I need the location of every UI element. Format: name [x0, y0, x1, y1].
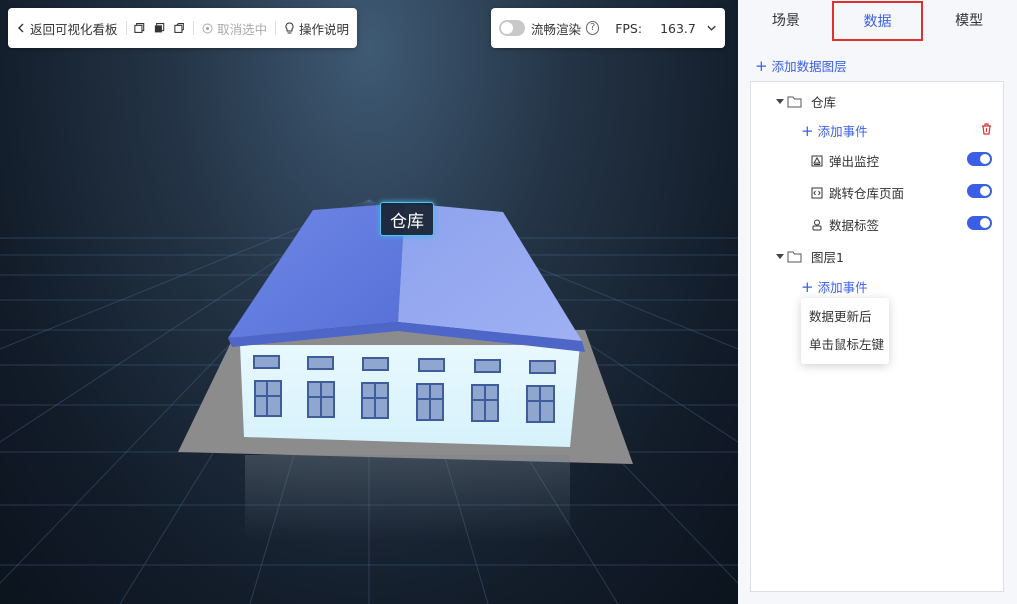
building-roof-left [228, 203, 405, 338]
question-icon[interactable]: ? [586, 21, 600, 35]
event-toggle[interactable] [967, 184, 992, 198]
add-event-label: 添加事件 [817, 124, 868, 139]
event-label: 弹出监控 [829, 154, 880, 169]
scene-viewport[interactable]: 仓库 返回可视化看板 取消选中 操作说明 流畅渲染 ? FPS: 163.7 [0, 0, 738, 604]
event-label: 跳转仓库页面 [829, 186, 905, 201]
layer-tree: 仓库 + 添加事件 弹出监控 跳转仓库页面 数据标签 图层1 + 添加事件 数据… [750, 81, 1004, 592]
add-event-button[interactable]: + 添加事件 [801, 121, 868, 140]
plus-icon: + [801, 121, 814, 140]
render-settings-bar: 流畅渲染 ? FPS: 163.7 [491, 8, 725, 48]
monitor-icon [811, 155, 823, 166]
help-button[interactable]: 操作说明 [284, 19, 349, 38]
event-toggle[interactable] [967, 216, 992, 230]
chevron-down-icon[interactable] [706, 22, 717, 34]
layer-name: 仓库 [811, 95, 837, 110]
view-solid-icon[interactable] [154, 22, 165, 34]
smooth-render-toggle[interactable] [499, 20, 526, 36]
divider [275, 21, 276, 35]
layer-item-warehouse[interactable]: 仓库 [776, 92, 836, 111]
event-toggle[interactable] [967, 152, 992, 166]
building-reflection [245, 455, 570, 540]
event-label: 数据标签 [829, 218, 880, 233]
folder-icon [787, 251, 802, 262]
code-icon [811, 187, 823, 198]
menu-item-data-updated[interactable]: 数据更新后 [801, 303, 889, 331]
scene-canvas[interactable] [0, 0, 738, 604]
add-data-layer-button[interactable]: + 添加数据图层 [755, 56, 1017, 75]
add-event-link[interactable]: + 添加事件 [801, 277, 868, 296]
building-label[interactable]: 仓库 [380, 202, 434, 236]
event-item[interactable]: 弹出监控 [811, 151, 879, 170]
lightbulb-icon [285, 22, 294, 34]
back-to-dashboard-button[interactable]: 返回可视化看板 [16, 19, 118, 38]
add-data-layer-label: 添加数据图层 [771, 59, 847, 74]
scene-toolbar: 返回可视化看板 取消选中 操作说明 [8, 8, 357, 48]
tag-icon [812, 219, 822, 230]
divider [193, 21, 195, 35]
target-icon [202, 23, 213, 33]
event-type-menu: 数据更新后 单击鼠标左键 [801, 298, 889, 364]
event-item[interactable]: 跳转仓库页面 [811, 183, 904, 202]
cancel-selection-button[interactable]: 取消选中 [202, 19, 267, 38]
tab-model[interactable]: 模型 [923, 0, 1015, 40]
caret-down-icon[interactable] [776, 254, 784, 259]
view-front-icon[interactable] [134, 22, 145, 34]
cancel-selection-label: 取消选中 [217, 21, 268, 37]
plus-icon: + [755, 56, 768, 75]
plus-icon: + [801, 277, 814, 296]
add-event-label: 添加事件 [817, 280, 868, 295]
layer-item-layer1[interactable]: 图层1 [776, 247, 844, 266]
view-side-icon[interactable] [173, 22, 185, 34]
folder-icon [787, 96, 802, 107]
tab-data[interactable]: 数据 [831, 1, 924, 41]
tab-scene[interactable]: 场景 [740, 0, 832, 40]
chevron-left-icon [18, 23, 24, 33]
add-event-button[interactable]: + 添加事件 [801, 277, 868, 296]
fps-label: FPS: [615, 20, 643, 36]
back-label: 返回可视化看板 [30, 21, 118, 37]
layer-name: 图层1 [811, 250, 844, 265]
panel-tabs: 场景 数据 模型 [738, 0, 1017, 42]
caret-down-icon[interactable] [776, 99, 784, 104]
menu-item-left-click[interactable]: 单击鼠标左键 [801, 331, 889, 359]
side-panel: 场景 数据 模型 + 添加数据图层 仓库 + 添加事件 弹出监控 跳转仓库页面 … [738, 0, 1017, 604]
smooth-render-label: 流畅渲染 [531, 21, 582, 37]
add-event-link[interactable]: + 添加事件 [801, 121, 868, 140]
fps-value: 163.7 [660, 20, 696, 36]
event-item[interactable]: 数据标签 [811, 215, 879, 234]
help-label: 操作说明 [298, 21, 349, 37]
divider [125, 21, 127, 35]
trash-icon[interactable] [981, 123, 992, 135]
